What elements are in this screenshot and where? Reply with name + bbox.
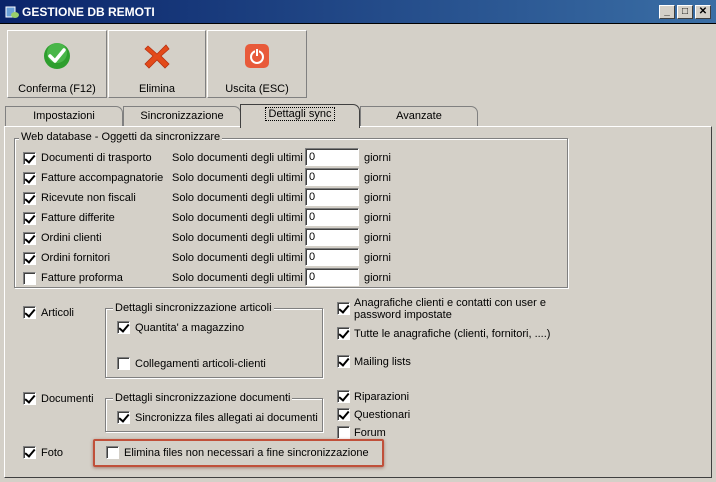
web-database-group-title: Web database - Oggetti da sincronizzare xyxy=(19,131,223,143)
questionari-label: Questionari xyxy=(354,409,411,421)
articoli-checkbox[interactable] xyxy=(23,306,36,319)
anagrafiche-utenti-checkbox[interactable] xyxy=(337,302,350,315)
tab-dettagli-sync[interactable]: Dettagli sync xyxy=(240,104,360,128)
confirm-button[interactable]: Conferma (F12) xyxy=(7,30,107,98)
row-prefix: Solo documenti degli ultimi xyxy=(172,152,303,164)
documenti-details-title: Dettagli sincronizzazione documenti xyxy=(113,392,293,404)
days-input[interactable]: 0 xyxy=(305,168,359,186)
exit-label: Uscita (ESC) xyxy=(225,83,289,95)
row-prefix: Solo documenti degli ultimi xyxy=(172,232,303,244)
title-bar[interactable]: GESTIONE DB REMOTI _ □ ✕ xyxy=(0,0,716,24)
confirm-label: Conferma (F12) xyxy=(18,83,96,95)
minimize-button[interactable]: _ xyxy=(659,5,675,19)
days-unit: giorni xyxy=(364,152,391,164)
tab-label: Dettagli sync xyxy=(264,107,336,121)
row-label: Ordini clienti xyxy=(41,232,102,244)
quantita-magazzino-checkbox[interactable] xyxy=(117,321,130,334)
riparazioni-checkbox[interactable] xyxy=(337,390,350,403)
row-prefix: Solo documenti degli ultimi xyxy=(172,192,303,204)
articoli-label: Articoli xyxy=(41,307,75,319)
days-input[interactable]: 0 xyxy=(305,188,359,206)
fatture-proforma-checkbox[interactable] xyxy=(23,272,36,285)
collegamenti-checkbox[interactable] xyxy=(117,357,130,370)
days-unit: giorni xyxy=(364,232,391,244)
row-label: Ricevute non fiscali xyxy=(41,192,136,204)
delete-label: Elimina xyxy=(138,83,176,95)
row-label: Fatture accompagnatorie xyxy=(41,172,164,184)
questionari-checkbox[interactable] xyxy=(337,408,350,421)
highlight-box xyxy=(93,439,384,467)
ordini-fornitori-checkbox[interactable] xyxy=(23,252,36,265)
mailing-lists-label: Mailing lists xyxy=(354,356,411,368)
anagrafiche-label-line1: Anagrafiche clienti e contatti con user … xyxy=(354,297,547,309)
days-input[interactable]: 0 xyxy=(305,208,359,226)
row-prefix: Solo documenti degli ultimi xyxy=(172,272,303,284)
ricevute-non-fiscali-checkbox[interactable] xyxy=(23,192,36,205)
days-unit: giorni xyxy=(364,252,391,264)
row-label: Ordini fornitori xyxy=(41,252,111,264)
days-unit: giorni xyxy=(364,192,391,204)
tab-sincronizzazione[interactable]: Sincronizzazione xyxy=(123,106,241,126)
days-input[interactable]: 0 xyxy=(305,228,359,246)
row-label: Fatture differite xyxy=(41,212,115,224)
ordini-clienti-checkbox[interactable] xyxy=(23,232,36,245)
fatture-differite-checkbox[interactable] xyxy=(23,212,36,225)
days-unit: giorni xyxy=(364,212,391,224)
row-label: Fatture proforma xyxy=(41,272,123,284)
tutte-anagrafiche-checkbox[interactable] xyxy=(337,327,350,340)
days-input[interactable]: 0 xyxy=(305,148,359,166)
documenti-checkbox[interactable] xyxy=(23,392,36,405)
row-prefix: Solo documenti degli ultimi xyxy=(172,252,303,264)
days-input[interactable]: 0 xyxy=(305,268,359,286)
anagrafiche-label-line2: password impostate xyxy=(354,309,452,321)
documenti-label: Documenti xyxy=(41,393,94,405)
collegamenti-label: Collegamenti articoli-clienti xyxy=(135,358,266,370)
tab-avanzate[interactable]: Avanzate xyxy=(360,106,478,126)
maximize-button[interactable]: □ xyxy=(677,5,693,19)
fatture-accompagnatorie-checkbox[interactable] xyxy=(23,172,36,185)
mailing-lists-checkbox[interactable] xyxy=(337,355,350,368)
quantita-magazzino-label: Quantita' a magazzino xyxy=(135,322,245,334)
row-prefix: Solo documenti degli ultimi xyxy=(172,212,303,224)
tab-label: Sincronizzazione xyxy=(140,110,224,122)
delete-button[interactable]: Elimina xyxy=(108,30,206,98)
window-title: GESTIONE DB REMOTI xyxy=(22,5,155,19)
row-prefix: Solo documenti degli ultimi xyxy=(172,172,303,184)
tab-label: Impostazioni xyxy=(33,110,95,122)
riparazioni-label: Riparazioni xyxy=(354,391,410,403)
tutte-anagrafiche-label: Tutte le anagrafiche (clienti, fornitori… xyxy=(354,328,551,340)
sincronizza-allegati-label: Sincronizza files allegati ai documenti xyxy=(135,412,318,424)
sincronizza-allegati-checkbox[interactable] xyxy=(117,411,130,424)
exit-button[interactable]: Uscita (ESC) xyxy=(207,30,307,98)
tab-impostazioni[interactable]: Impostazioni xyxy=(5,106,123,126)
days-input[interactable]: 0 xyxy=(305,248,359,266)
articoli-details-title: Dettagli sincronizzazione articoli xyxy=(113,302,274,314)
days-unit: giorni xyxy=(364,172,391,184)
documenti-trasporto-checkbox[interactable] xyxy=(23,152,36,165)
power-icon xyxy=(242,41,272,71)
close-button[interactable]: ✕ xyxy=(695,5,711,19)
checkmark-icon xyxy=(42,41,72,71)
app-icon xyxy=(4,4,20,20)
row-label: Documenti di trasporto xyxy=(41,152,152,164)
forum-checkbox[interactable] xyxy=(337,426,350,439)
foto-checkbox[interactable] xyxy=(23,446,36,459)
forum-label: Forum xyxy=(354,427,386,439)
tab-label: Avanzate xyxy=(396,110,442,122)
days-unit: giorni xyxy=(364,272,391,284)
foto-label: Foto xyxy=(41,447,64,459)
delete-x-icon xyxy=(142,41,172,71)
